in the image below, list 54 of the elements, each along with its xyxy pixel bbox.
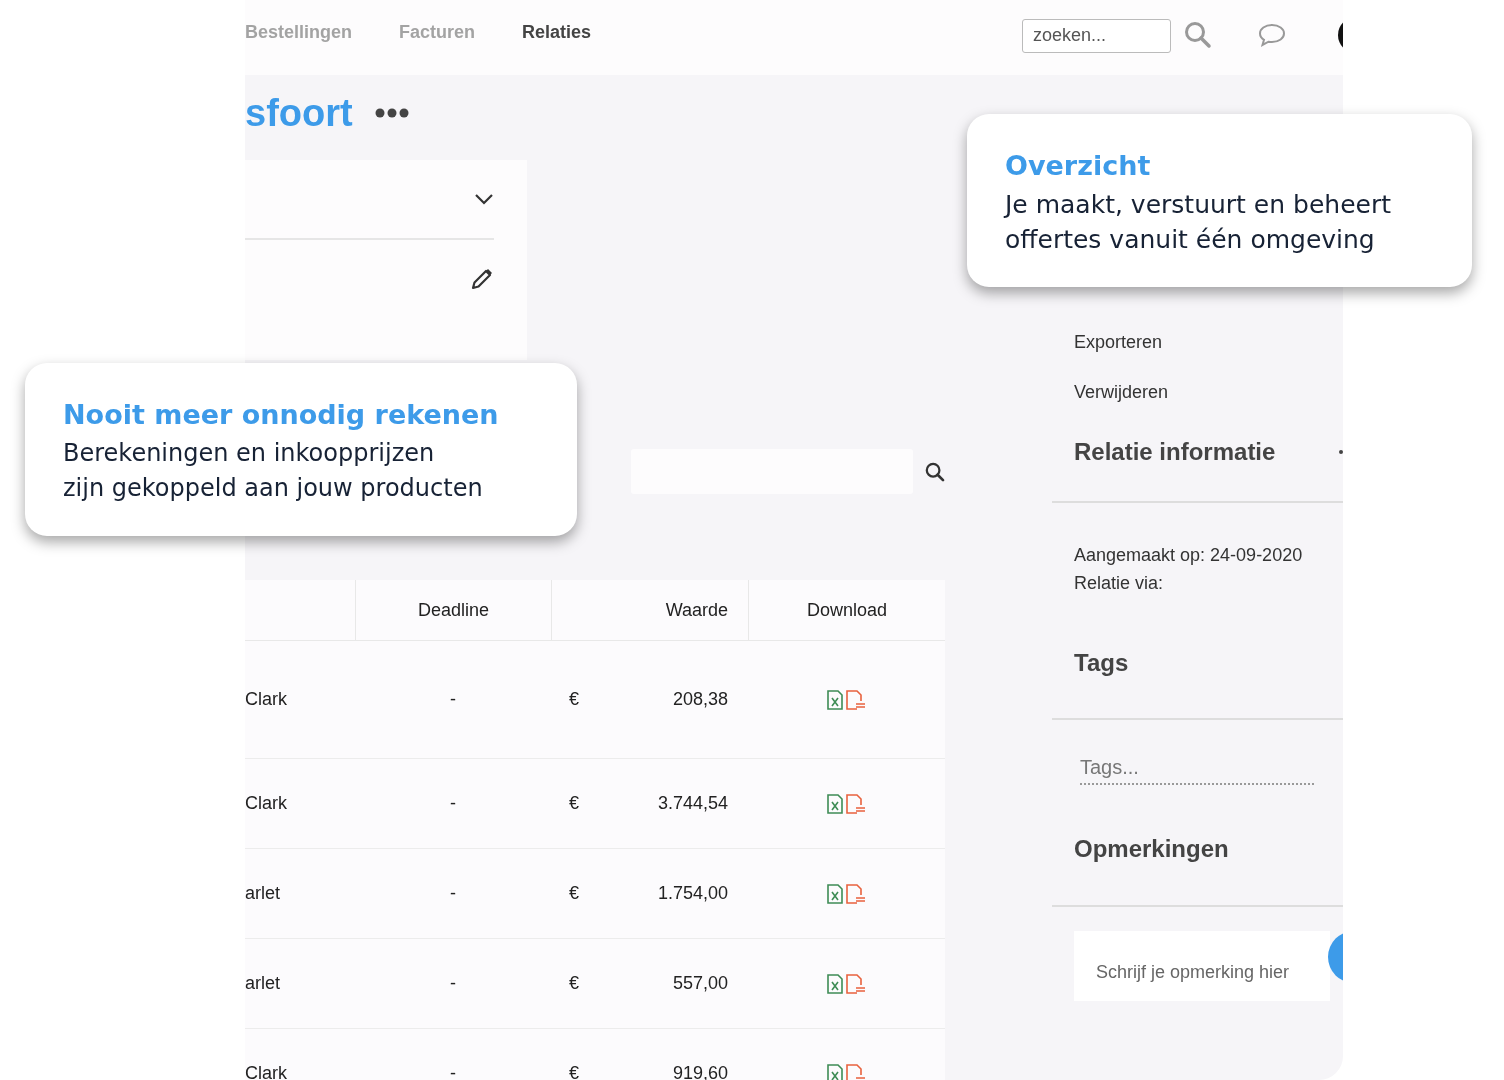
- table-cell: arlet: [245, 973, 280, 994]
- more-icon[interactable]: [374, 108, 409, 118]
- pdf-file-icon[interactable]: [846, 883, 866, 904]
- column-header[interactable]: Waarde: [551, 580, 748, 640]
- spreadsheet-file-icon[interactable]: [827, 1063, 843, 1080]
- spreadsheet-file-icon[interactable]: [827, 793, 843, 814]
- column-header: Download: [748, 580, 945, 640]
- table-cell: -: [450, 689, 456, 710]
- spreadsheet-file-icon[interactable]: [827, 689, 843, 710]
- table-cell: 208,38: [672, 689, 728, 710]
- currency-sign: €: [569, 689, 579, 710]
- section-heading: Relatie informatie: [1074, 438, 1276, 466]
- table-cell: -: [450, 883, 456, 904]
- sidebar-action[interactable]: Verwijderen: [1074, 380, 1169, 404]
- callout-text: Berekeningen en inkoopprijzen zijn gekoppeld aan jouw producten: [63, 438, 484, 504]
- table-cell: 1.754,00: [657, 883, 728, 904]
- section-heading: Tags: [1074, 649, 1130, 677]
- table-cell: Clark: [245, 1063, 287, 1080]
- info-text: Relatie via:: [1074, 572, 1165, 595]
- pdf-file-icon[interactable]: [846, 973, 866, 994]
- callout-text: Je maakt, verstuurt en beheert offertes vanuit één omgeving: [1005, 189, 1392, 256]
- pencil-icon[interactable]: [470, 267, 494, 291]
- info-text: Aangemaakt op: 24-09-2020: [1074, 544, 1304, 567]
- table-cell: 3.744,54: [657, 793, 728, 814]
- pdf-file-icon[interactable]: [846, 793, 866, 814]
- column-header[interactable]: Deadline: [355, 580, 551, 640]
- tags-field[interactable]: Tags...: [1080, 756, 1314, 785]
- table-cell: -: [450, 793, 456, 814]
- nav-tab[interactable]: Relaties: [522, 22, 592, 53]
- table-cell: Clark: [245, 689, 287, 710]
- more-icon[interactable]: [1339, 450, 1343, 454]
- callout-title: Nooit meer onnodig rekenen: [63, 399, 500, 430]
- search-field[interactable]: zoeken...: [1022, 18, 1171, 53]
- table-cell: 557,00: [672, 973, 728, 994]
- chat-icon[interactable]: [1258, 22, 1286, 47]
- callout-title: Overzicht: [1005, 150, 1152, 181]
- sidebar-action[interactable]: Exporteren: [1074, 330, 1163, 354]
- search-icon[interactable]: [925, 460, 945, 483]
- pdf-file-icon[interactable]: [846, 1063, 866, 1080]
- currency-sign: €: [569, 793, 579, 814]
- table-cell: arlet: [245, 883, 280, 904]
- table-cell: -: [450, 973, 456, 994]
- currency-sign: €: [569, 973, 579, 994]
- page-title: sfoort: [245, 91, 353, 135]
- section-heading: Opmerkingen: [1074, 835, 1230, 863]
- currency-sign: €: [569, 883, 579, 904]
- comment-field[interactable]: Schrijf je opmerking hier: [1074, 931, 1330, 1001]
- chevron-icon[interactable]: [474, 193, 494, 205]
- pdf-file-icon[interactable]: [846, 689, 866, 710]
- table-cell: -: [450, 1063, 456, 1080]
- currency-sign: €: [569, 1063, 579, 1080]
- spreadsheet-file-icon[interactable]: [827, 973, 843, 994]
- table-cell: Clark: [245, 793, 287, 814]
- spreadsheet-file-icon[interactable]: [827, 883, 843, 904]
